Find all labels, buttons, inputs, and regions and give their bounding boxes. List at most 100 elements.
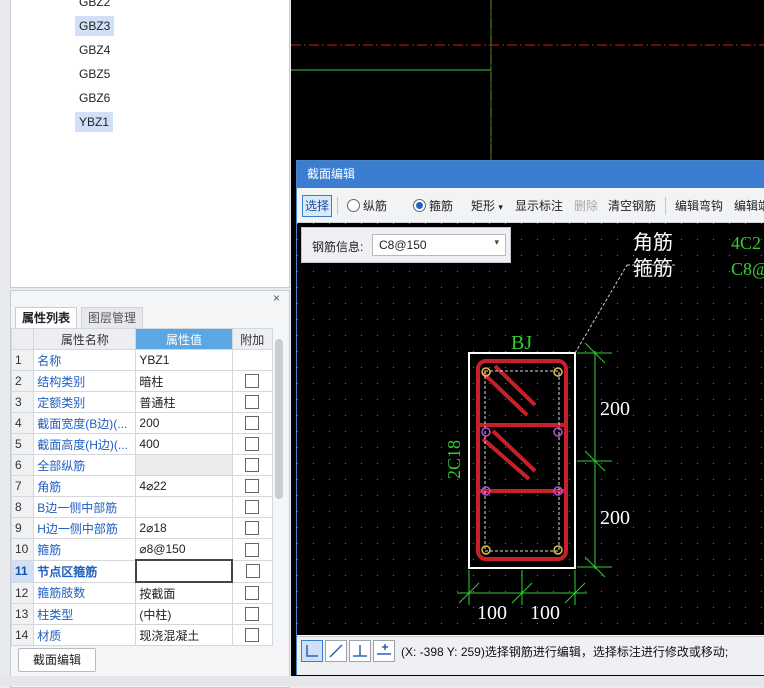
extra-cell[interactable] [231,454,274,476]
property-value[interactable]: 4⌀22 [135,475,233,497]
extra-cell[interactable] [231,624,274,646]
checkbox[interactable] [245,374,260,389]
extra-cell[interactable] [231,433,274,455]
property-row[interactable]: 13 柱类型 (中柱) [10,603,274,625]
edit-hook-button[interactable]: 编辑弯钩 [675,197,723,215]
property-value[interactable]: 普通柱 [135,391,233,413]
property-value[interactable]: 现浇混凝土 [135,624,233,646]
extra-cell[interactable] [231,391,274,413]
section-edit-button[interactable]: 截面编辑 [18,648,96,672]
property-row[interactable]: 1 名称 YBZ1 [10,349,274,371]
dim-bottom: 200 [600,507,630,529]
show-label-button[interactable]: 显示标注 [515,197,563,215]
property-row[interactable]: 11 节点区箍筋 [10,559,274,583]
property-row[interactable]: 9 H边一侧中部筋 2⌀18 [10,517,274,539]
rebar-info-select[interactable]: C8@150 ▾ [372,234,506,256]
property-row[interactable]: 4 截面宽度(B边)(... 200 [10,412,274,434]
checkbox[interactable] [245,521,260,536]
select-button[interactable]: 选择 [302,195,333,217]
tree-item[interactable]: YBZ1 [75,112,114,132]
property-value[interactable]: 200 [135,412,233,434]
row-number: 8 [10,496,35,518]
extra-cell[interactable] [231,581,274,604]
bottom-statusbar [0,676,764,686]
tree-item[interactable]: GBZ6 [75,88,114,108]
row-number: 12 [10,581,35,604]
perpendicular-snap-icon[interactable] [349,640,371,662]
close-icon[interactable]: × [273,291,280,305]
delete-button[interactable]: 删除 [574,197,598,215]
extra-cell[interactable] [231,412,274,434]
extra-cell[interactable] [231,559,274,583]
property-row[interactable]: 10 箍筋 ⌀8@150 [10,538,274,561]
checkbox[interactable] [245,607,260,622]
rebar-info-value: C8@150 [379,238,427,252]
property-value[interactable]: 400 [135,433,233,455]
extra-cell[interactable] [231,475,274,497]
dim-top: 200 [600,398,630,420]
checkbox[interactable] [245,395,260,410]
rebar-info-panel: 钢筋信息: C8@150 ▾ [301,227,511,263]
property-scrollbar[interactable] [275,339,283,499]
tree-item[interactable]: GBZ5 [75,64,114,84]
property-value[interactable]: YBZ1 [135,349,233,371]
property-value[interactable]: 暗柱 [135,370,233,392]
ortho-snap-icon[interactable] [301,640,323,662]
checkbox[interactable] [245,458,260,473]
toolbar-divider [337,197,338,215]
checkbox[interactable] [245,628,260,643]
longitudinal-radio[interactable]: 纵筋 [347,197,387,215]
rect-dropdown[interactable]: 矩形 ▾ [471,197,503,215]
rebar-info-label: 钢筋信息: [312,240,364,254]
angle-snap-icon[interactable] [325,640,347,662]
property-value[interactable]: 2⌀18 [135,517,233,539]
section-canvas[interactable]: 角筋 4C2 箍筋 C8@ BJ 2C18 200 200 100 100 钢筋… [297,223,764,635]
extra-cell[interactable] [231,603,274,625]
extra-cell[interactable] [231,517,274,539]
property-value[interactable]: 按截面 [135,581,233,604]
stirrup-label-text: 箍筋 [633,257,673,280]
checkbox[interactable] [245,586,260,601]
side-bar-label: 2C18 [444,440,464,479]
tree-item[interactable]: GBZ3 [75,16,115,36]
property-value[interactable]: (中柱) [135,603,233,625]
property-row[interactable]: 2 结构类别 暗柱 [10,370,274,392]
property-name: H边一侧中部筋 [33,517,137,539]
tab-property-list[interactable]: 属性列表 [15,307,78,328]
extra-cell[interactable] [231,496,274,518]
checkbox[interactable] [245,437,260,452]
tab-layer-manager[interactable]: 图层管理 [81,307,144,328]
extra-cell[interactable] [231,538,274,561]
extra-cell[interactable] [231,370,274,392]
tree-item[interactable]: GBZ4 [75,40,114,60]
checkbox[interactable] [245,542,260,557]
checkbox[interactable] [245,564,260,579]
property-name: B边一侧中部筋 [33,496,137,518]
clear-rebar-button[interactable]: 清空钢筋 [608,197,656,215]
checkbox[interactable] [245,500,260,515]
add-point-icon[interactable] [373,640,395,662]
property-name: 材质 [33,624,137,646]
property-row[interactable]: 6 全部纵筋 [10,454,274,476]
section-edit-dialog: 截面编辑 选择 纵筋 箍筋 矩形 ▾ 显示标注 删除 清空钢筋 编辑弯钩 编辑端 [296,160,764,675]
property-row[interactable]: 5 截面高度(H边)(... 400 [10,433,274,455]
checkbox[interactable] [245,479,260,494]
property-row[interactable]: 14 材质 现浇混凝土 [10,624,274,646]
dim-left: 100 [477,602,507,624]
property-value[interactable]: ⌀8@150 [135,538,233,561]
property-row[interactable]: 7 角筋 4⌀22 [10,475,274,497]
dialog-title: 截面编辑 [297,161,764,188]
extra-cell[interactable] [231,349,274,371]
edit-end-button[interactable]: 编辑端 [734,197,764,215]
property-value[interactable] [135,496,233,518]
row-number: 4 [10,412,35,434]
property-value[interactable] [135,454,233,476]
stirrup-radio[interactable]: 箍筋 [413,197,453,215]
tree-item[interactable]: GBZ2 [75,0,114,12]
property-value[interactable] [134,559,234,583]
property-row[interactable]: 12 箍筋肢数 按截面 [10,581,274,604]
property-row[interactable]: 8 B边一侧中部筋 [10,496,274,518]
property-row[interactable]: 3 定额类别 普通柱 [10,391,274,413]
property-name: 截面宽度(B边)(... [33,412,137,434]
checkbox[interactable] [245,416,260,431]
